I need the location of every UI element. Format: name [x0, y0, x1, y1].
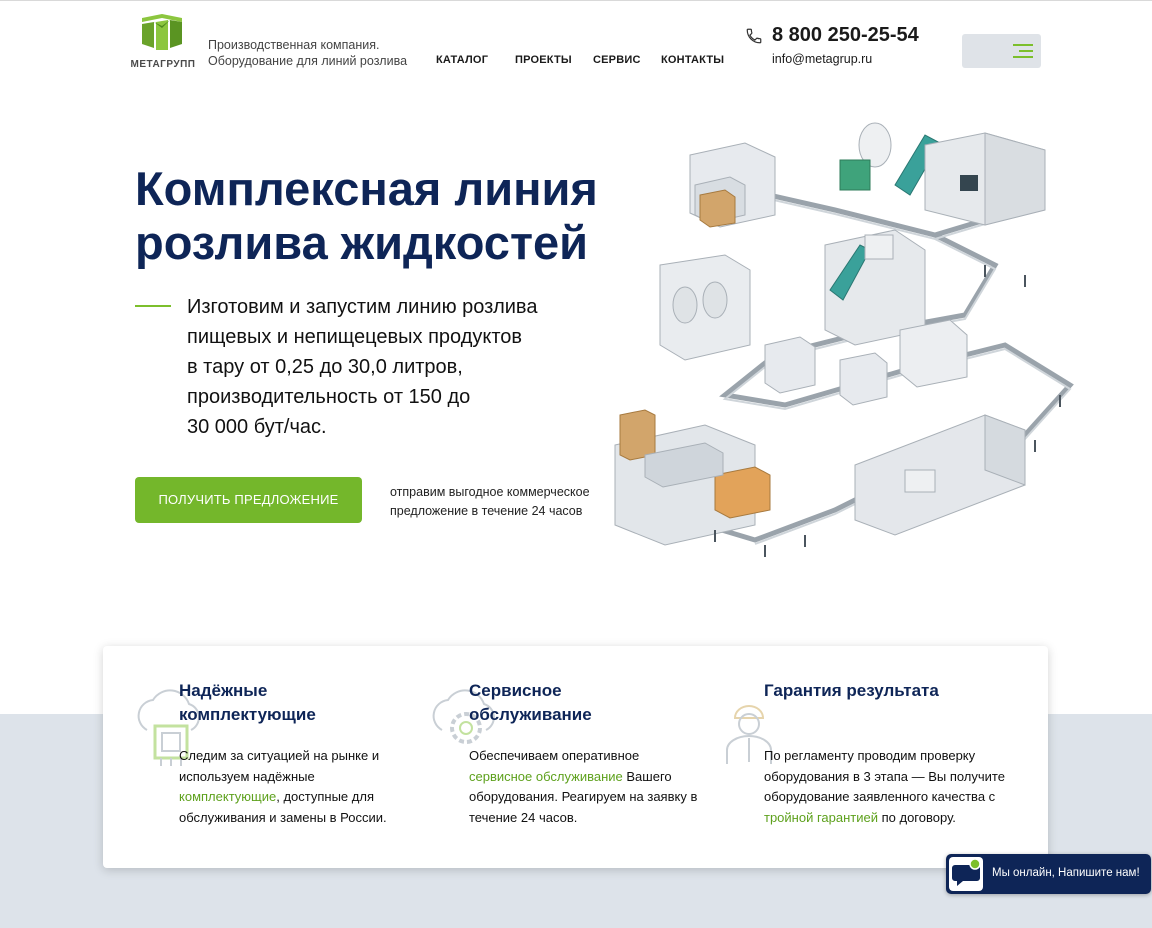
- hero-title: Комплексная линия розлива жидкостей: [135, 162, 598, 269]
- feature-text: Обеспечиваем оперативное сервисное обслу…: [469, 746, 699, 828]
- feature-text: По регламенту проводим проверку оборудов…: [764, 746, 1014, 828]
- hero-accent-line: [135, 305, 171, 307]
- company-description: Производственная компания. Оборудование …: [208, 38, 408, 68]
- feature-text-start: По регламенту проводим проверку оборудов…: [764, 748, 1005, 804]
- feature-title: Надёжные комплектующие: [179, 681, 316, 724]
- phone-number[interactable]: 8 800 250-25-54: [772, 24, 919, 47]
- logo-cube-icon: [142, 14, 182, 50]
- logo[interactable]: МЕТАГРУПП: [128, 14, 196, 72]
- feature-title: Сервисное обслуживание: [469, 681, 592, 724]
- feature-text-start: Обеспечиваем оперативное: [469, 748, 640, 763]
- cta-note: отправим выгодное коммерческое предложен…: [390, 485, 590, 518]
- hero-description: Изготовим и запустим линию розлива пищев…: [187, 296, 538, 438]
- nav-projects[interactable]: ПРОЕКТЫ: [515, 54, 572, 66]
- top-divider: [0, 0, 1152, 1]
- nav-catalog[interactable]: КАТАЛОГ: [436, 54, 488, 66]
- get-offer-button[interactable]: ПОЛУЧИТЬ ПРЕДЛОЖЕНИЕ: [135, 477, 362, 523]
- menu-button[interactable]: [962, 34, 1041, 68]
- email-link[interactable]: info@metagrup.ru: [772, 52, 872, 66]
- components-link[interactable]: комплектующие: [179, 789, 276, 804]
- feature-text-end: по договору.: [878, 809, 956, 825]
- logo-text: МЕТАГРУПП: [130, 59, 196, 70]
- phone-icon: [745, 27, 763, 50]
- bottling-line-illustration: [614, 122, 1074, 557]
- chat-widget[interactable]: Мы онлайн, Напишите нам!: [946, 854, 1151, 894]
- chat-icon-container: [949, 857, 983, 891]
- service-link[interactable]: сервисное обслуживание: [469, 769, 623, 784]
- nav-contacts[interactable]: КОНТАКТЫ: [661, 54, 724, 66]
- feature-title: Гарантия результата: [764, 681, 939, 700]
- chat-bubble-icon: [949, 858, 983, 895]
- feature-text: Следим за ситуацией на рынке и используе…: [179, 746, 409, 828]
- chat-label: Мы онлайн, Напишите нам!: [992, 867, 1140, 879]
- feature-text-start: Следим за ситуацией на рынке и используе…: [179, 748, 380, 784]
- features-card: Надёжные комплектующие Следим за ситуаци…: [103, 646, 1048, 868]
- guarantee-link[interactable]: тройной гарантией: [764, 810, 878, 825]
- nav-service[interactable]: СЕРВИС: [593, 54, 641, 66]
